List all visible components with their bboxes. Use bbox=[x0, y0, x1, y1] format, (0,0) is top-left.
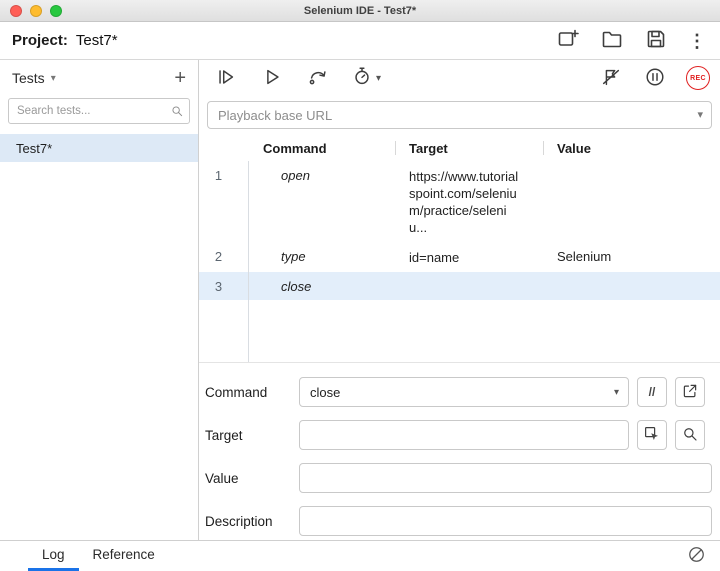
toolbar-right: REC bbox=[598, 64, 710, 93]
new-project-icon bbox=[556, 27, 580, 54]
select-target-button[interactable] bbox=[637, 420, 667, 450]
row-number: 1 bbox=[199, 161, 249, 242]
description-input[interactable] bbox=[299, 506, 712, 536]
target-input[interactable] bbox=[299, 420, 629, 450]
open-project-button[interactable] bbox=[598, 25, 626, 56]
target-field-label: Target bbox=[205, 428, 299, 443]
command-column-header: Command bbox=[249, 135, 395, 161]
search-tests-input[interactable] bbox=[8, 98, 190, 124]
table-row-value-selected[interactable] bbox=[543, 272, 720, 300]
pause-circle-icon bbox=[644, 66, 666, 91]
zoom-window-button[interactable] bbox=[50, 5, 62, 17]
value-form-row: Value bbox=[205, 463, 712, 493]
table-row-target-selected[interactable] bbox=[395, 272, 543, 300]
record-button[interactable]: REC bbox=[686, 66, 710, 90]
command-select-value: close bbox=[310, 385, 340, 400]
project-header: Project: Test7* bbox=[0, 22, 720, 60]
playback-base-url-input[interactable] bbox=[207, 101, 712, 129]
table-row-value[interactable]: Selenium bbox=[543, 242, 720, 272]
run-current-test-button[interactable] bbox=[259, 64, 285, 93]
target-form-row: Target bbox=[205, 420, 712, 450]
run-all-tests-button[interactable] bbox=[213, 64, 239, 93]
row-number: 2 bbox=[199, 242, 249, 272]
playback-toolbar: ▾ bbox=[199, 60, 720, 96]
project-label: Project: bbox=[12, 32, 68, 49]
value-column-header: Value bbox=[543, 135, 720, 161]
test-item-label: Test7* bbox=[16, 141, 52, 156]
window-title: Selenium IDE - Test7* bbox=[0, 5, 720, 17]
table-row-command[interactable]: type bbox=[249, 242, 395, 272]
table-row-target[interactable]: id=name bbox=[395, 242, 543, 272]
table-row-command[interactable]: open bbox=[249, 161, 395, 242]
step-over-button[interactable] bbox=[305, 64, 331, 93]
tests-dropdown[interactable]: Tests bbox=[12, 70, 45, 86]
tab-reference[interactable]: Reference bbox=[79, 541, 169, 571]
titlebar: Selenium IDE - Test7* bbox=[0, 0, 720, 22]
minimize-window-button[interactable] bbox=[30, 5, 42, 17]
base-url-row: ▾ bbox=[199, 96, 720, 135]
table-row-command-selected[interactable]: close bbox=[249, 272, 395, 300]
slashed-flag-icon bbox=[600, 66, 622, 91]
disable-breakpoints-button[interactable] bbox=[598, 64, 624, 93]
more-menu-button[interactable]: ⋮ bbox=[686, 30, 708, 52]
body: Tests ▾ + Test7* bbox=[0, 60, 720, 540]
target-column-header: Target bbox=[395, 135, 543, 161]
select-target-icon bbox=[643, 425, 661, 446]
description-field-label: Description bbox=[205, 514, 299, 529]
save-project-button[interactable] bbox=[642, 25, 670, 56]
add-test-button[interactable]: + bbox=[174, 68, 186, 88]
test-list-item[interactable]: Test7* bbox=[0, 134, 198, 162]
command-field-label: Command bbox=[205, 385, 299, 400]
kebab-menu-icon: ⋮ bbox=[688, 32, 706, 50]
value-field-label: Value bbox=[205, 471, 299, 486]
row-number: 3 bbox=[199, 272, 249, 300]
pause-on-exceptions-button[interactable] bbox=[642, 64, 668, 93]
no-entry-icon bbox=[687, 545, 706, 567]
command-grid: Command Target Value 1 open https://www.… bbox=[199, 135, 720, 363]
tab-reference-label: Reference bbox=[93, 547, 155, 562]
find-target-button[interactable] bbox=[675, 420, 705, 450]
run-all-icon bbox=[215, 66, 237, 91]
new-project-button[interactable] bbox=[554, 25, 582, 56]
project-actions: ⋮ bbox=[554, 25, 708, 56]
value-input[interactable] bbox=[299, 463, 712, 493]
tests-header-row: Tests ▾ + bbox=[0, 60, 198, 96]
table-row-target[interactable]: https://www.tutorialspoint.com/selenium/… bbox=[395, 161, 543, 242]
app-window: Selenium IDE - Test7* Project: Test7* bbox=[0, 0, 720, 571]
toolbar-left: ▾ bbox=[213, 64, 381, 93]
open-in-new-icon bbox=[681, 382, 699, 403]
stopwatch-icon bbox=[351, 65, 373, 92]
row-number-header bbox=[199, 135, 249, 161]
tab-log-label: Log bbox=[42, 547, 65, 562]
speed-caret-icon: ▾ bbox=[376, 73, 381, 84]
save-icon bbox=[644, 27, 668, 54]
close-window-button[interactable] bbox=[10, 5, 22, 17]
description-form-row: Description bbox=[205, 506, 712, 536]
clear-log-button[interactable] bbox=[685, 543, 708, 569]
test-speed-control[interactable]: ▾ bbox=[351, 65, 381, 92]
footer-bar: Log Reference bbox=[0, 540, 720, 571]
project-name: Test7* bbox=[76, 32, 118, 49]
tests-sidebar: Tests ▾ + Test7* bbox=[0, 60, 199, 540]
search-icon bbox=[681, 425, 699, 446]
table-row-value[interactable] bbox=[543, 161, 720, 242]
chevron-down-icon[interactable]: ▾ bbox=[51, 73, 56, 84]
footer-actions bbox=[685, 541, 720, 571]
main-content: ▾ bbox=[199, 60, 720, 540]
step-over-icon bbox=[307, 66, 329, 91]
traffic-lights bbox=[10, 5, 62, 17]
command-form-row: Command close ▾ // bbox=[205, 377, 712, 407]
play-icon bbox=[261, 66, 283, 91]
command-select-caret-icon: ▾ bbox=[614, 387, 619, 398]
tab-log[interactable]: Log bbox=[28, 541, 79, 571]
toggle-comment-button[interactable]: // bbox=[637, 377, 667, 407]
grid-empty-gutter bbox=[199, 300, 249, 362]
test-search bbox=[8, 98, 190, 124]
command-detail-form: Command close ▾ // bbox=[199, 363, 720, 549]
url-dropdown-caret-icon[interactable]: ▾ bbox=[697, 108, 703, 121]
open-folder-icon bbox=[600, 27, 624, 54]
command-select[interactable]: close ▾ bbox=[299, 377, 629, 407]
open-reference-button[interactable] bbox=[675, 377, 705, 407]
